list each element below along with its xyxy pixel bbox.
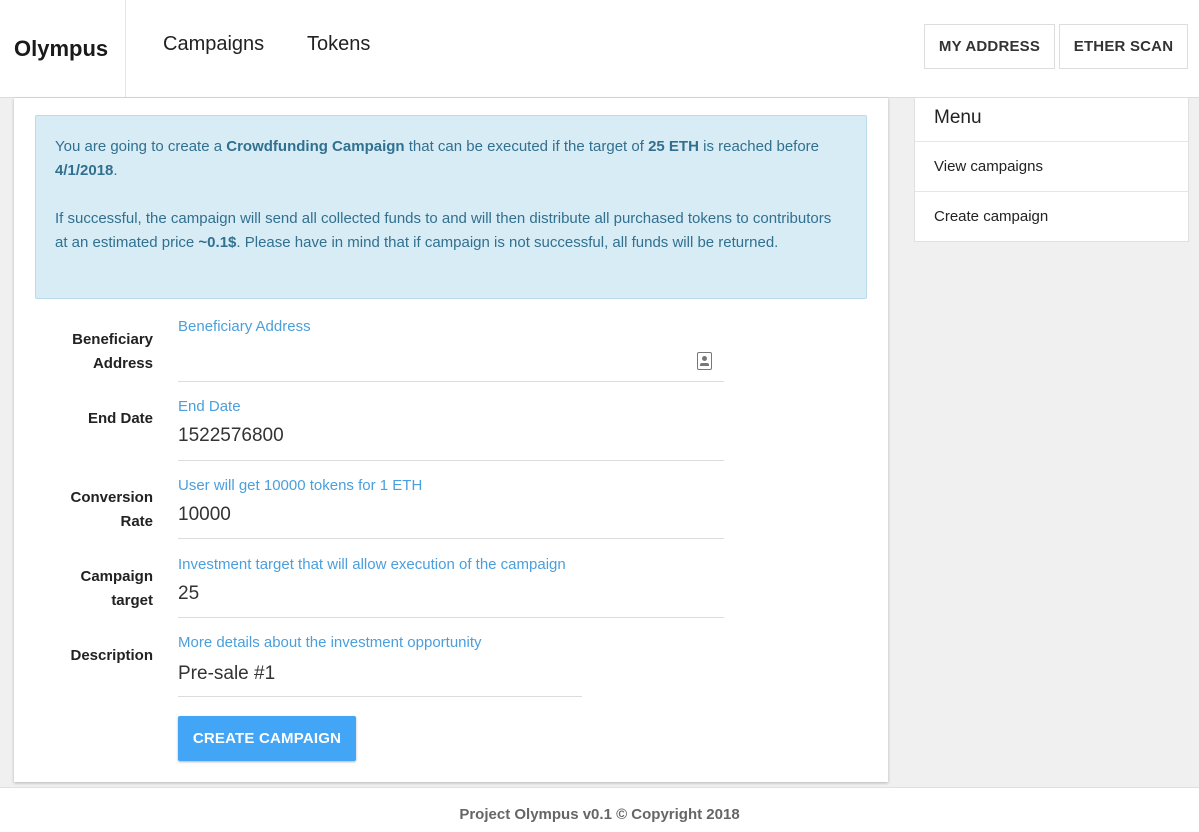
top-navbar: Olympus Campaigns Tokens MY ADDRESS ETHE… [0,0,1199,98]
end-date-input[interactable]: 1522576800 [178,425,724,447]
nav-tokens-link[interactable]: Tokens [307,33,370,56]
beneficiary-underline [178,381,724,382]
nav-campaigns-link[interactable]: Campaigns [163,33,264,56]
description-hint: More details about the investment opport… [178,634,482,651]
footer-copyright: Project Olympus v0.1 © Copyright 2018 [459,806,740,823]
description-underline [178,696,582,697]
description-label: Description [70,647,153,664]
side-menu: Menu View campaigns Create campaign [914,98,1189,242]
campaign-target-hint: Investment target that will allow execut… [178,556,566,573]
beneficiary-label: Beneficiary Address [72,331,153,372]
create-campaign-button[interactable]: CREATE CAMPAIGN [178,716,356,761]
end-date-hint: End Date [178,398,241,415]
beneficiary-hint: Beneficiary Address [178,318,311,335]
campaign-target-field: Investment target that will allow execut… [178,556,724,618]
description-field: More details about the investment opport… [178,634,582,697]
info-paragraph-distribution: If successful, the campaign will send al… [55,210,832,251]
conversion-rate-underline [178,538,724,539]
contact-book-icon[interactable] [697,352,712,370]
campaign-target-underline [178,617,724,618]
info-paragraph-target: You are going to create a Crowdfunding C… [55,138,820,179]
beneficiary-input[interactable] [178,348,678,370]
brand-logo[interactable]: Olympus [0,0,126,97]
campaign-target-input[interactable]: 25 [178,583,724,605]
conversion-rate-field: User will get 10000 tokens for 1 ETH 100… [178,477,724,539]
menu-item-create-campaign[interactable]: Create campaign [915,191,1188,241]
beneficiary-field: Beneficiary Address [178,318,724,382]
campaign-target-label: Campaign target [80,568,153,609]
my-address-button[interactable]: MY ADDRESS [924,24,1055,69]
ether-scan-button[interactable]: ETHER SCAN [1059,24,1188,69]
end-date-label: End Date [87,410,153,427]
campaign-info-alert: You are going to create a Crowdfunding C… [35,115,867,299]
end-date-underline [178,460,724,461]
create-campaign-card: You are going to create a Crowdfunding C… [14,98,888,782]
menu-item-view-campaigns[interactable]: View campaigns [915,141,1188,191]
page-footer: Project Olympus v0.1 © Copyright 2018 [0,787,1199,832]
menu-title: Menu [934,107,982,128]
conversion-rate-input[interactable]: 10000 [178,504,724,526]
conversion-rate-label: Conversion Rate [70,489,153,530]
conversion-rate-hint: User will get 10000 tokens for 1 ETH [178,477,423,494]
end-date-field: End Date 1522576800 [178,398,724,461]
description-input[interactable]: Pre-sale #1 [178,663,582,685]
